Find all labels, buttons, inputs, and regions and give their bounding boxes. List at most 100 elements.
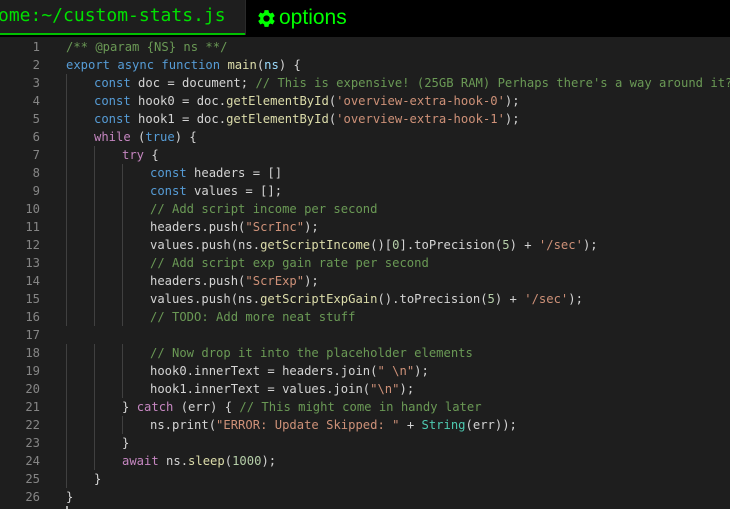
code-line: 10 // Add script income per second — [0, 200, 730, 218]
code-token: } — [94, 472, 102, 486]
file-tab[interactable]: ome:~/custom-stats.js — [0, 0, 246, 35]
code-line: 14 headers.push("ScrExp"); — [0, 272, 730, 290]
indent-guide — [122, 218, 123, 236]
code-text: // Now drop it into the placeholder elem… — [150, 344, 473, 362]
indent-guide — [122, 362, 123, 380]
indent-guide — [66, 92, 67, 110]
code-line: 19 hook0.innerText = headers.join(" \n"); — [0, 362, 730, 380]
code-text: const values = []; — [150, 182, 282, 200]
options-button[interactable]: options — [256, 3, 347, 33]
code-line: 1 /** @param {NS} ns **/ — [0, 38, 730, 56]
code-token: // Now drop it into the placeholder elem… — [150, 346, 473, 360]
code-token: // Add script exp gain rate per second — [150, 256, 429, 270]
line-number: 10 — [25, 202, 40, 216]
indent-guide — [94, 362, 95, 380]
line-number: 18 — [25, 346, 40, 360]
code-token: headers.push( — [150, 274, 246, 288]
code-line: 5 const hook1 = doc.getElementById('overv… — [0, 110, 730, 128]
indent-guide — [66, 200, 67, 218]
indent-guide — [122, 308, 123, 326]
code-token: const — [150, 166, 187, 180]
indent-guide — [94, 434, 95, 452]
code-line: 16 // TODO: Add more neat stuff — [0, 308, 730, 326]
line-number: 16 — [25, 310, 40, 324]
indent-guide — [66, 164, 67, 182]
code-token: const — [150, 184, 187, 198]
code-token: hook1.innerText = values.join( — [150, 382, 371, 396]
indent-guide — [66, 452, 67, 470]
code-token: ()[ — [370, 238, 393, 252]
indent-guide — [122, 236, 123, 254]
code-line: 25} — [0, 470, 730, 488]
code-token: "ScrInc" — [245, 220, 305, 234]
indent-guide — [66, 416, 67, 434]
line-number: 14 — [25, 274, 40, 288]
line-number: 3 — [32, 76, 40, 90]
code-token: } — [122, 436, 130, 450]
code-token: String — [421, 418, 466, 432]
code-text: } catch (err) { // This might come in ha… — [122, 398, 482, 416]
indent-guide — [66, 380, 67, 398]
code-token: // Add script income per second — [150, 202, 378, 216]
code-line: 2 export async function main(ns) { — [0, 56, 730, 74]
code-token: function — [161, 58, 221, 72]
indent-guide — [94, 344, 95, 362]
code-token: sleep — [188, 454, 225, 468]
code-line: 24 await ns.sleep(1000); — [0, 452, 730, 470]
code-line: 9 const values = []; — [0, 182, 730, 200]
indent-guide — [66, 110, 67, 128]
code-text: const doc = document; // This is expensi… — [94, 74, 730, 92]
code-line: 17 — [0, 326, 730, 344]
code-token: ); — [304, 220, 319, 234]
code-token: 'overview-extra-hook-0' — [336, 94, 505, 108]
line-number: 15 — [25, 292, 40, 306]
code-token: getScriptExpGain — [260, 292, 378, 306]
code-line: 26} — [0, 488, 730, 506]
line-number: 7 — [32, 148, 40, 162]
code-text: values.push(ns.getScriptIncome()[0].toPr… — [150, 236, 598, 254]
indent-guide — [122, 380, 123, 398]
code-text: await ns.sleep(1000); — [122, 452, 276, 470]
line-number: 20 — [25, 382, 40, 396]
indent-guide — [94, 218, 95, 236]
indent-guide — [66, 182, 67, 200]
line-number: 19 — [25, 364, 40, 378]
code-token: async — [117, 58, 155, 72]
line-number: 2 — [32, 58, 40, 72]
code-line: 23} — [0, 434, 730, 452]
line-number: 5 — [32, 112, 40, 126]
code-token: ); — [399, 382, 415, 396]
indent-guide — [66, 128, 67, 146]
code-token: hook1 = doc. — [130, 112, 227, 126]
line-number: 24 — [25, 454, 40, 468]
indent-guide — [122, 344, 123, 362]
line-number: 22 — [25, 418, 40, 432]
code-line: 11 headers.push("ScrInc"); — [0, 218, 730, 236]
code-token: hook0 = doc. — [130, 94, 227, 108]
indent-guide — [66, 362, 67, 380]
code-text: export async function main(ns) { — [66, 56, 301, 74]
code-text: const hook1 = doc.getElementById('overvi… — [94, 110, 520, 128]
code-token: ); — [568, 292, 583, 306]
code-token: (err) { — [173, 400, 240, 414]
code-token: ) { — [278, 58, 301, 72]
code-text: // TODO: Add more neat stuff — [150, 308, 355, 326]
indent-guide — [94, 200, 95, 218]
code-line: 13 // Add script exp gain rate per second — [0, 254, 730, 272]
code-token: { — [144, 148, 159, 162]
code-token: try — [122, 148, 145, 162]
indent-guide — [94, 290, 95, 308]
code-token: // This might come in handy later — [239, 400, 482, 414]
code-token: ); — [504, 94, 520, 108]
indent-guide — [122, 164, 123, 182]
indent-guide — [66, 344, 67, 362]
code-line: 3 const doc = document; // This is expens… — [0, 74, 730, 92]
code-token: doc = document; — [130, 76, 256, 90]
options-label: options — [279, 6, 347, 29]
line-number: 8 — [32, 166, 40, 180]
code-line: 15 values.push(ns.getScriptExpGain().toPr… — [0, 290, 730, 308]
code-token: const — [94, 76, 131, 90]
line-number: 4 — [32, 94, 40, 108]
code-editor[interactable]: 1 /** @param {NS} ns **/ 2 export async fun… — [0, 37, 730, 509]
indent-guide — [66, 146, 67, 164]
